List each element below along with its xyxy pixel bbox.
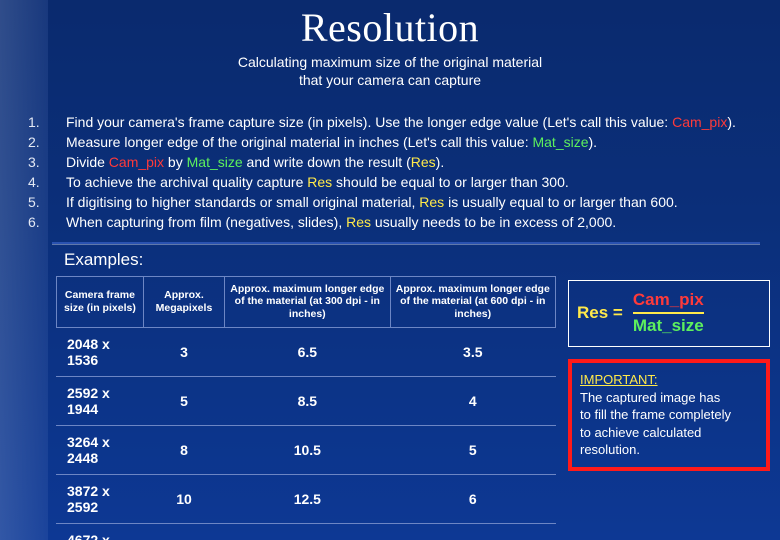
page-subtitle: Calculating maximum size of the original… (0, 53, 780, 89)
important-heading: IMPORTANT: (580, 372, 658, 387)
examples-heading: Examples: (64, 250, 780, 270)
step-row: 1.Find your camera's frame capture size … (28, 113, 752, 132)
table-cell: 6.5 (225, 327, 390, 376)
examples-table: Camera frame size (in pixels)Approx. Meg… (56, 276, 556, 540)
step-number: 3. (28, 153, 66, 172)
step-row: 6.When capturing from film (negatives, s… (28, 213, 752, 232)
step-row: 2.Measure longer edge of the original ma… (28, 133, 752, 152)
step-number: 4. (28, 173, 66, 192)
table-cell: 2048 x 1536 (57, 327, 144, 376)
step-number: 1. (28, 113, 66, 132)
fraction-bar (633, 312, 704, 314)
formula-denominator: Mat_size (633, 317, 704, 336)
table-cell: 3 (143, 327, 224, 376)
step-text: If digitising to higher standards or sma… (66, 193, 752, 212)
formula-numerator: Cam_pix (633, 291, 704, 310)
step-text: Divide Cam_pix by Mat_size and write dow… (66, 153, 752, 172)
table-cell: 4 (390, 376, 555, 425)
table-cell: 10.5 (225, 425, 390, 474)
table-cell: 8 (143, 425, 224, 474)
table-row: 3264 x 2448810.55 (57, 425, 556, 474)
step-row: 5.If digitising to higher standards or s… (28, 193, 752, 212)
table-body: 2048 x 153636.53.52592 x 194458.543264 x… (57, 327, 556, 540)
table-cell: 3264 x 2448 (57, 425, 144, 474)
step-number: 6. (28, 213, 66, 232)
step-text: Find your camera's frame capture size (i… (66, 113, 752, 132)
important-line-3: to achieve calculated resolution. (580, 425, 701, 458)
step-row: 3.Divide Cam_pix by Mat_size and write d… (28, 153, 752, 172)
divider (52, 242, 760, 244)
table-cell: 8.5 (225, 376, 390, 425)
table-cell: 14.6 (143, 523, 224, 540)
table-header-cell: Camera frame size (in pixels) (57, 276, 144, 327)
table-cell: 12.5 (225, 474, 390, 523)
formula-lhs: Res = (577, 303, 623, 323)
important-line-1: The captured image has (580, 390, 720, 405)
table-header-row: Camera frame size (in pixels)Approx. Meg… (57, 276, 556, 327)
step-text: To achieve the archival quality capture … (66, 173, 752, 192)
step-row: 4.To achieve the archival quality captur… (28, 173, 752, 192)
subtitle-line-1: Calculating maximum size of the original… (238, 54, 542, 70)
table-header-cell: Approx. Megapixels (143, 276, 224, 327)
step-text: Measure longer edge of the original mate… (66, 133, 752, 152)
table-row: 2048 x 153636.53.5 (57, 327, 556, 376)
table-row: 2592 x 194458.54 (57, 376, 556, 425)
table-cell: 5 (390, 425, 555, 474)
examples-table-wrap: Camera frame size (in pixels)Approx. Meg… (56, 276, 556, 540)
table-cell: 2592 x 1944 (57, 376, 144, 425)
table-row: 4672 x 310414.615.58 (57, 523, 556, 540)
important-box: IMPORTANT: The captured image has to fil… (568, 359, 770, 471)
table-cell: 6 (390, 474, 555, 523)
table-cell: 8 (390, 523, 555, 540)
step-text: When capturing from film (negatives, sli… (66, 213, 752, 232)
table-header-cell: Approx. maximum longer edge of the mater… (225, 276, 390, 327)
table-row: 3872 x 25921012.56 (57, 474, 556, 523)
step-number: 5. (28, 193, 66, 212)
table-cell: 4672 x 3104 (57, 523, 144, 540)
page-title: Resolution (0, 0, 780, 51)
important-line-2: to fill the frame completely (580, 407, 731, 422)
formula-fraction: Cam_pix Mat_size (633, 291, 704, 336)
table-cell: 3872 x 2592 (57, 474, 144, 523)
table-cell: 10 (143, 474, 224, 523)
subtitle-line-2: that your camera can capture (299, 72, 481, 88)
table-header-cell: Approx. maximum longer edge of the mater… (390, 276, 555, 327)
steps-list: 1.Find your camera's frame capture size … (28, 113, 752, 231)
formula-box: Res = Cam_pix Mat_size (568, 280, 770, 347)
step-number: 2. (28, 133, 66, 152)
table-cell: 15.5 (225, 523, 390, 540)
table-cell: 5 (143, 376, 224, 425)
table-cell: 3.5 (390, 327, 555, 376)
